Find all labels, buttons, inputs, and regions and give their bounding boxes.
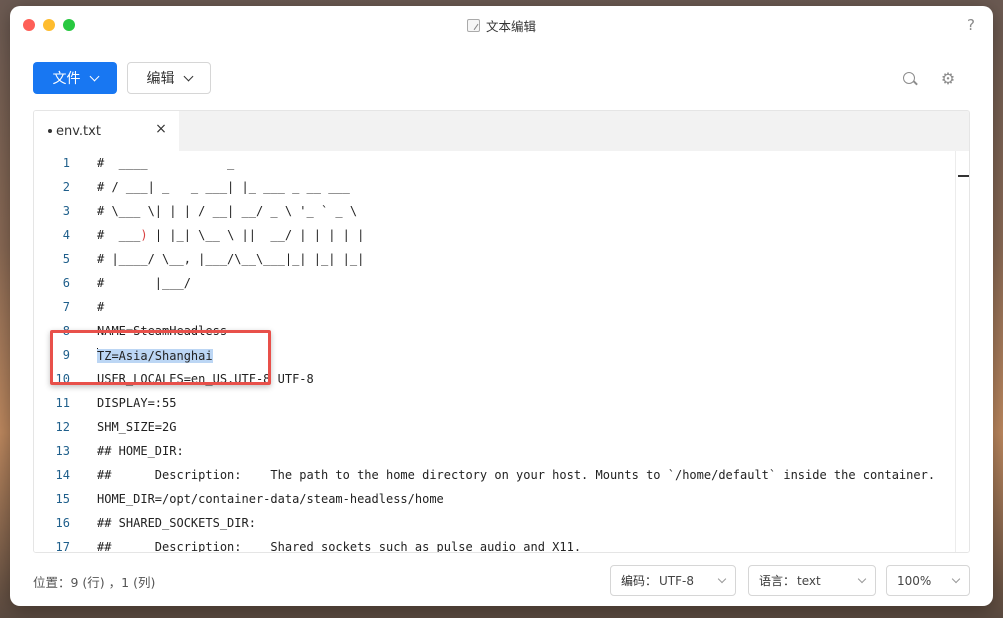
language-value: text <box>797 573 821 588</box>
tab-bar: env.txt × <box>34 111 969 151</box>
unsaved-dot-icon <box>48 129 52 133</box>
line-text: # ____ _ <box>97 156 235 170</box>
bracket-match-marker: ) <box>140 228 148 242</box>
line-number: 14 <box>55 468 70 482</box>
line-number: 12 <box>55 420 70 434</box>
vertical-scrollbar[interactable] <box>955 151 969 552</box>
window-controls <box>23 19 75 31</box>
line-text: # |___/ <box>97 276 191 290</box>
line-number: 11 <box>55 396 70 410</box>
window-title: 文本编辑 <box>466 16 536 35</box>
window-title-text: 文本编辑 <box>485 18 536 34</box>
gear-icon[interactable]: ⚙ <box>940 71 956 87</box>
line-text: SHM_SIZE=2G <box>97 420 177 434</box>
chevron-down-icon <box>717 574 727 583</box>
text-editor-icon <box>466 18 480 32</box>
search-icon[interactable] <box>903 72 917 86</box>
code-line: 7 # <box>34 295 955 319</box>
tab-label: env.txt <box>56 123 101 139</box>
help-button[interactable]: ? <box>967 16 975 34</box>
line-number: 7 <box>62 300 70 314</box>
line-text: # ___) | |_| \__ \ || __/ | | | | | <box>97 228 364 242</box>
edit-menu-label: 编辑 <box>146 71 175 87</box>
line-number: 10 <box>55 372 70 386</box>
encoding-value: UTF-8 <box>659 573 694 588</box>
line-text: HOME_DIR=/opt/container-data/steam-headl… <box>97 492 444 506</box>
code-line: 4 # ___) | |_| \__ \ || __/ | | | | | <box>34 223 955 247</box>
line-number: 13 <box>55 444 70 458</box>
code-line: 5 # |____/ \__, |___/\__\___|_| |_| |_| <box>34 247 955 271</box>
line-text: # \___ \| | | / __| __/ _ \ '_ ` _ \ <box>97 204 358 218</box>
code-line: 2 # / ___| _ _ ___| |_ ___ _ __ ___ <box>34 175 955 199</box>
language-select[interactable]: 语言： text <box>748 565 876 596</box>
encoding-label: 编码： <box>621 574 658 588</box>
line-number: 5 <box>62 252 70 266</box>
editor-panel: env.txt × 1 # ____ _ 2 # / ___| _ _ ___| |… <box>33 110 970 553</box>
line-number: 6 <box>62 276 70 290</box>
line-text-part: # ___ <box>97 228 141 242</box>
minimize-window-button[interactable] <box>43 19 55 31</box>
line-text: # <box>97 300 105 314</box>
code-line: 14 ## Description: The path to the home d… <box>34 463 955 487</box>
code-line: 17 ## Description: Shared sockets such as… <box>34 535 955 553</box>
selected-text: TZ=Asia/Shanghai <box>97 349 213 363</box>
code-line: 13 ## HOME_DIR: <box>34 439 955 463</box>
code-line: 12 SHM_SIZE=2G <box>34 415 955 439</box>
line-text: ## Description: The path to the home dir… <box>97 468 936 482</box>
code-line: 8 NAME=SteamHeadless <box>34 319 955 343</box>
line-number: 15 <box>55 492 70 506</box>
code-line: 10 USER_LOCALES=en_US.UTF-8 UTF-8 <box>34 367 955 391</box>
line-number: 9 <box>62 348 70 362</box>
code-line-current: 9 TZ=Asia/Shanghai <box>34 343 955 367</box>
line-number: 4 <box>62 228 70 242</box>
scroll-position-marker[interactable] <box>958 175 969 177</box>
code-line: 3 # \___ \| | | / __| __/ _ \ '_ ` _ \ <box>34 199 955 223</box>
line-number: 17 <box>55 540 70 553</box>
language-label: 语言： <box>759 574 796 588</box>
code-line: 11 DISPLAY=:55 <box>34 391 955 415</box>
line-text: USER_LOCALES=en_US.UTF-8 UTF-8 <box>97 372 314 386</box>
code-area[interactable]: 1 # ____ _ 2 # / ___| _ _ ___| |_ ___ _ __… <box>34 151 955 553</box>
line-text-part: | |_| \__ \ || __/ | | | | | <box>147 228 365 242</box>
tab-env-txt[interactable]: env.txt × <box>34 111 179 151</box>
edit-menu-button[interactable]: 编辑 <box>127 62 211 94</box>
close-window-button[interactable] <box>23 19 35 31</box>
cursor-position: 位置：9 (行) ，1 (列) <box>33 575 156 590</box>
line-text: ## SHARED_SOCKETS_DIR: <box>97 516 256 530</box>
text-editor-window: 文本编辑 ? 文件 编辑 ⚙ env.txt × 1 # ____ _ 2 # / … <box>10 6 993 606</box>
encoding-select[interactable]: 编码： UTF-8 <box>610 565 736 596</box>
file-menu-label: 文件 <box>52 71 81 87</box>
maximize-window-button[interactable] <box>63 19 75 31</box>
code-line: 15 HOME_DIR=/opt/container-data/steam-hea… <box>34 487 955 511</box>
line-text: DISPLAY=:55 <box>97 396 177 410</box>
line-number: 3 <box>62 204 70 218</box>
line-text: TZ=Asia/Shanghai <box>97 348 213 363</box>
chevron-down-icon <box>89 71 99 81</box>
line-number: 1 <box>62 156 70 170</box>
line-number: 16 <box>55 516 70 530</box>
titlebar: 文本编辑 ? <box>10 6 993 44</box>
line-text: ## Description: Shared sockets such as p… <box>97 540 582 553</box>
close-icon[interactable]: × <box>155 122 167 136</box>
code-line: 1 # ____ _ <box>34 151 955 175</box>
line-text: # |____/ \__, |___/\__\___|_| |_| |_| <box>97 252 365 266</box>
line-text: ## HOME_DIR: <box>97 444 184 458</box>
code-line: 16 ## SHARED_SOCKETS_DIR: <box>34 511 955 535</box>
line-number: 8 <box>62 324 70 338</box>
code-line: 6 # |___/ <box>34 271 955 295</box>
line-text: NAME=SteamHeadless <box>97 324 228 338</box>
file-menu-button[interactable]: 文件 <box>33 62 117 94</box>
status-bar: 位置：9 (行) ，1 (列) 编码： UTF-8 语言： text 100% <box>10 563 993 597</box>
line-number: 2 <box>62 180 70 194</box>
toolbar: 文件 编辑 ⚙ <box>10 44 993 104</box>
chevron-down-icon <box>183 71 193 81</box>
chevron-down-icon <box>951 574 961 583</box>
zoom-value: 100% <box>897 573 932 588</box>
zoom-select[interactable]: 100% <box>886 565 970 596</box>
chevron-down-icon <box>857 574 867 583</box>
line-text: # / ___| _ _ ___| |_ ___ _ __ ___ <box>97 180 350 194</box>
